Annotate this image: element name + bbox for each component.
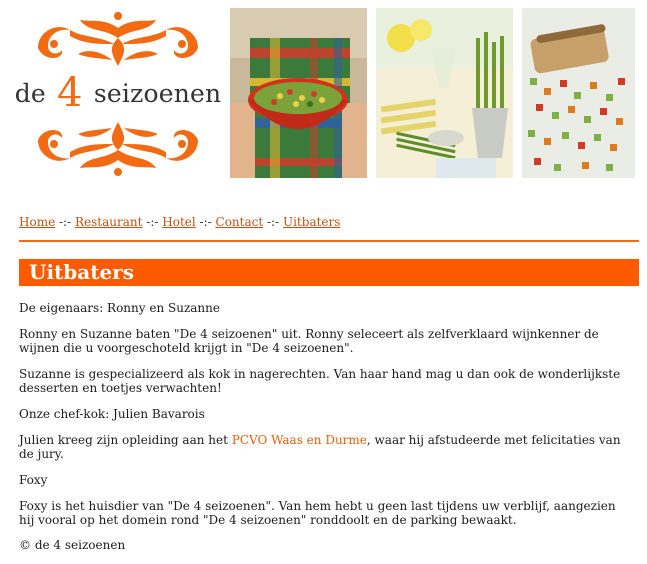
page-title-bar: Uitbaters — [19, 259, 639, 286]
brand-name: de 4 seizoenen — [8, 70, 228, 116]
nav-separator: -:- — [59, 215, 72, 229]
brand-suffix: seizoenen — [93, 79, 222, 108]
suzanne-paragraph: Suzanne is gespecializeerd als kok in na… — [19, 367, 621, 395]
pcvo-link[interactable]: PCVO Waas en Durme — [232, 433, 367, 447]
nav-separator: -:- — [146, 215, 159, 229]
nav-link-contact[interactable]: Contact — [216, 215, 264, 229]
pet-name: Foxy — [19, 473, 48, 487]
chef-line: Onze chef-kok: Julien Bavarois — [19, 407, 205, 421]
nav-link-hotel[interactable]: Hotel — [162, 215, 195, 229]
page-title: Uitbaters — [29, 260, 134, 284]
nav-separator: -:- — [199, 215, 212, 229]
brand-prefix: de — [14, 79, 46, 108]
pet-paragraph: Foxy is het huisdier van "De 4 seizoenen… — [19, 499, 616, 527]
ornament-bottom-icon — [38, 122, 198, 176]
brand-number: 4 — [57, 70, 83, 116]
owners-paragraph: Ronny en Suzanne baten "De 4 seizoenen" … — [19, 327, 599, 355]
header-photo-salad-bowl — [230, 8, 367, 178]
chef-text-before: Julien kreeg zijn opleiding aan het — [19, 433, 232, 447]
main-nav: Home -:- Restaurant -:- Hotel -:- Contac… — [19, 215, 340, 229]
chef-paragraph: Julien kreeg zijn opleiding aan het PCVO… — [19, 433, 631, 461]
site-header: de 4 seizoenen — [0, 0, 647, 190]
copyright: © de 4 seizoenen — [19, 538, 126, 552]
ornament-top-icon — [38, 12, 198, 66]
header-photo-vegetables — [522, 8, 635, 178]
nav-link-restaurant[interactable]: Restaurant — [75, 215, 142, 229]
main-content: De eigenaars: Ronny en Suzanne Ronny en … — [19, 301, 631, 564]
nav-link-uitbaters[interactable]: Uitbaters — [283, 215, 340, 229]
nav-divider — [19, 240, 639, 242]
nav-link-home[interactable]: Home — [19, 215, 55, 229]
header-photo-asparagus — [376, 8, 513, 178]
owners-line: De eigenaars: Ronny en Suzanne — [19, 301, 220, 315]
site-logo[interactable]: de 4 seizoenen — [8, 8, 228, 180]
nav-separator: -:- — [267, 215, 280, 229]
